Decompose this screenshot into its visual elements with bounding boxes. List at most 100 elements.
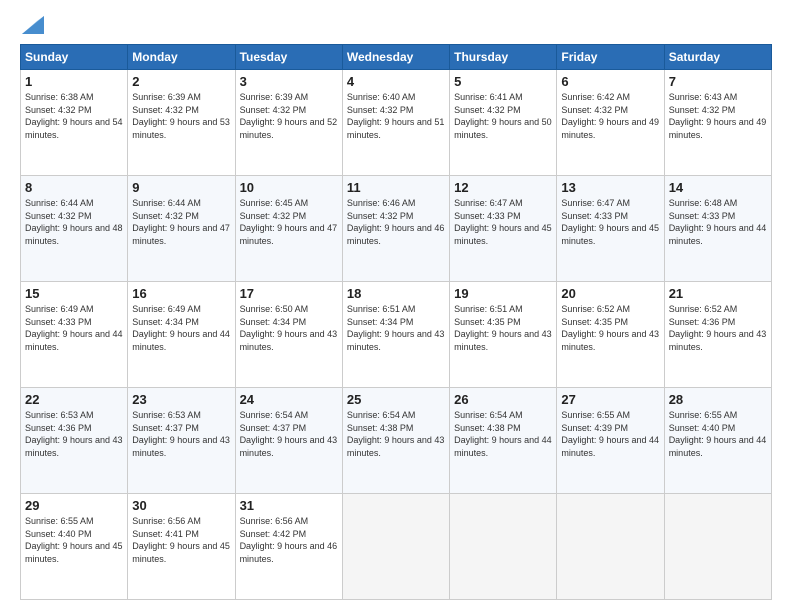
calendar-cell xyxy=(664,494,771,600)
day-number: 2 xyxy=(132,74,230,89)
day-number: 13 xyxy=(561,180,659,195)
day-info: Sunrise: 6:46 AMSunset: 4:32 PMDaylight:… xyxy=(347,198,445,246)
day-info: Sunrise: 6:45 AMSunset: 4:32 PMDaylight:… xyxy=(240,198,338,246)
calendar-cell: 17 Sunrise: 6:50 AMSunset: 4:34 PMDaylig… xyxy=(235,282,342,388)
day-number: 23 xyxy=(132,392,230,407)
calendar-cell: 26 Sunrise: 6:54 AMSunset: 4:38 PMDaylig… xyxy=(450,388,557,494)
logo-icon xyxy=(22,16,44,34)
calendar-cell: 22 Sunrise: 6:53 AMSunset: 4:36 PMDaylig… xyxy=(21,388,128,494)
day-info: Sunrise: 6:44 AMSunset: 4:32 PMDaylight:… xyxy=(25,198,123,246)
logo xyxy=(20,16,44,34)
day-number: 6 xyxy=(561,74,659,89)
day-info: Sunrise: 6:39 AMSunset: 4:32 PMDaylight:… xyxy=(240,92,338,140)
day-info: Sunrise: 6:56 AMSunset: 4:42 PMDaylight:… xyxy=(240,516,338,564)
day-header-thursday: Thursday xyxy=(450,45,557,70)
calendar-cell: 30 Sunrise: 6:56 AMSunset: 4:41 PMDaylig… xyxy=(128,494,235,600)
day-number: 21 xyxy=(669,286,767,301)
day-header-friday: Friday xyxy=(557,45,664,70)
week-row-4: 22 Sunrise: 6:53 AMSunset: 4:36 PMDaylig… xyxy=(21,388,772,494)
day-info: Sunrise: 6:54 AMSunset: 4:38 PMDaylight:… xyxy=(454,410,552,458)
day-info: Sunrise: 6:54 AMSunset: 4:38 PMDaylight:… xyxy=(347,410,445,458)
calendar-cell: 25 Sunrise: 6:54 AMSunset: 4:38 PMDaylig… xyxy=(342,388,449,494)
day-info: Sunrise: 6:43 AMSunset: 4:32 PMDaylight:… xyxy=(669,92,767,140)
day-number: 18 xyxy=(347,286,445,301)
calendar-cell: 24 Sunrise: 6:54 AMSunset: 4:37 PMDaylig… xyxy=(235,388,342,494)
day-number: 31 xyxy=(240,498,338,513)
calendar-cell: 28 Sunrise: 6:55 AMSunset: 4:40 PMDaylig… xyxy=(664,388,771,494)
calendar-cell: 4 Sunrise: 6:40 AMSunset: 4:32 PMDayligh… xyxy=(342,70,449,176)
day-number: 15 xyxy=(25,286,123,301)
calendar-cell: 31 Sunrise: 6:56 AMSunset: 4:42 PMDaylig… xyxy=(235,494,342,600)
day-number: 25 xyxy=(347,392,445,407)
calendar-cell xyxy=(557,494,664,600)
calendar-cell: 29 Sunrise: 6:55 AMSunset: 4:40 PMDaylig… xyxy=(21,494,128,600)
calendar-cell: 19 Sunrise: 6:51 AMSunset: 4:35 PMDaylig… xyxy=(450,282,557,388)
day-header-saturday: Saturday xyxy=(664,45,771,70)
day-number: 9 xyxy=(132,180,230,195)
header xyxy=(20,16,772,34)
calendar-cell: 18 Sunrise: 6:51 AMSunset: 4:34 PMDaylig… xyxy=(342,282,449,388)
day-header-sunday: Sunday xyxy=(21,45,128,70)
day-number: 30 xyxy=(132,498,230,513)
day-header-monday: Monday xyxy=(128,45,235,70)
day-info: Sunrise: 6:53 AMSunset: 4:36 PMDaylight:… xyxy=(25,410,123,458)
calendar-cell: 3 Sunrise: 6:39 AMSunset: 4:32 PMDayligh… xyxy=(235,70,342,176)
day-info: Sunrise: 6:55 AMSunset: 4:40 PMDaylight:… xyxy=(25,516,123,564)
day-number: 27 xyxy=(561,392,659,407)
day-info: Sunrise: 6:51 AMSunset: 4:34 PMDaylight:… xyxy=(347,304,445,352)
day-header-tuesday: Tuesday xyxy=(235,45,342,70)
day-info: Sunrise: 6:51 AMSunset: 4:35 PMDaylight:… xyxy=(454,304,552,352)
day-info: Sunrise: 6:44 AMSunset: 4:32 PMDaylight:… xyxy=(132,198,230,246)
calendar-cell: 15 Sunrise: 6:49 AMSunset: 4:33 PMDaylig… xyxy=(21,282,128,388)
week-row-3: 15 Sunrise: 6:49 AMSunset: 4:33 PMDaylig… xyxy=(21,282,772,388)
day-number: 5 xyxy=(454,74,552,89)
day-number: 14 xyxy=(669,180,767,195)
day-info: Sunrise: 6:56 AMSunset: 4:41 PMDaylight:… xyxy=(132,516,230,564)
day-info: Sunrise: 6:41 AMSunset: 4:32 PMDaylight:… xyxy=(454,92,552,140)
day-info: Sunrise: 6:49 AMSunset: 4:34 PMDaylight:… xyxy=(132,304,230,352)
day-info: Sunrise: 6:53 AMSunset: 4:37 PMDaylight:… xyxy=(132,410,230,458)
calendar-cell: 27 Sunrise: 6:55 AMSunset: 4:39 PMDaylig… xyxy=(557,388,664,494)
page: SundayMondayTuesdayWednesdayThursdayFrid… xyxy=(0,0,792,612)
day-number: 4 xyxy=(347,74,445,89)
calendar-cell: 14 Sunrise: 6:48 AMSunset: 4:33 PMDaylig… xyxy=(664,176,771,282)
calendar-cell: 9 Sunrise: 6:44 AMSunset: 4:32 PMDayligh… xyxy=(128,176,235,282)
calendar-cell: 8 Sunrise: 6:44 AMSunset: 4:32 PMDayligh… xyxy=(21,176,128,282)
day-number: 7 xyxy=(669,74,767,89)
day-number: 24 xyxy=(240,392,338,407)
day-info: Sunrise: 6:52 AMSunset: 4:35 PMDaylight:… xyxy=(561,304,659,352)
day-info: Sunrise: 6:54 AMSunset: 4:37 PMDaylight:… xyxy=(240,410,338,458)
day-info: Sunrise: 6:49 AMSunset: 4:33 PMDaylight:… xyxy=(25,304,123,352)
calendar-cell: 7 Sunrise: 6:43 AMSunset: 4:32 PMDayligh… xyxy=(664,70,771,176)
calendar-cell: 10 Sunrise: 6:45 AMSunset: 4:32 PMDaylig… xyxy=(235,176,342,282)
calendar-cell xyxy=(450,494,557,600)
calendar-cell: 21 Sunrise: 6:52 AMSunset: 4:36 PMDaylig… xyxy=(664,282,771,388)
calendar-cell xyxy=(342,494,449,600)
day-number: 10 xyxy=(240,180,338,195)
day-number: 11 xyxy=(347,180,445,195)
day-info: Sunrise: 6:55 AMSunset: 4:39 PMDaylight:… xyxy=(561,410,659,458)
calendar-header-row: SundayMondayTuesdayWednesdayThursdayFrid… xyxy=(21,45,772,70)
day-number: 28 xyxy=(669,392,767,407)
day-number: 26 xyxy=(454,392,552,407)
day-info: Sunrise: 6:52 AMSunset: 4:36 PMDaylight:… xyxy=(669,304,767,352)
day-number: 8 xyxy=(25,180,123,195)
day-header-wednesday: Wednesday xyxy=(342,45,449,70)
day-number: 22 xyxy=(25,392,123,407)
day-number: 20 xyxy=(561,286,659,301)
calendar-cell: 11 Sunrise: 6:46 AMSunset: 4:32 PMDaylig… xyxy=(342,176,449,282)
day-info: Sunrise: 6:48 AMSunset: 4:33 PMDaylight:… xyxy=(669,198,767,246)
day-info: Sunrise: 6:50 AMSunset: 4:34 PMDaylight:… xyxy=(240,304,338,352)
calendar-cell: 1 Sunrise: 6:38 AMSunset: 4:32 PMDayligh… xyxy=(21,70,128,176)
calendar-cell: 12 Sunrise: 6:47 AMSunset: 4:33 PMDaylig… xyxy=(450,176,557,282)
day-info: Sunrise: 6:39 AMSunset: 4:32 PMDaylight:… xyxy=(132,92,230,140)
day-number: 1 xyxy=(25,74,123,89)
day-info: Sunrise: 6:42 AMSunset: 4:32 PMDaylight:… xyxy=(561,92,659,140)
day-number: 12 xyxy=(454,180,552,195)
calendar-cell: 13 Sunrise: 6:47 AMSunset: 4:33 PMDaylig… xyxy=(557,176,664,282)
day-number: 3 xyxy=(240,74,338,89)
calendar-cell: 6 Sunrise: 6:42 AMSunset: 4:32 PMDayligh… xyxy=(557,70,664,176)
day-info: Sunrise: 6:47 AMSunset: 4:33 PMDaylight:… xyxy=(454,198,552,246)
calendar-cell: 16 Sunrise: 6:49 AMSunset: 4:34 PMDaylig… xyxy=(128,282,235,388)
day-number: 16 xyxy=(132,286,230,301)
